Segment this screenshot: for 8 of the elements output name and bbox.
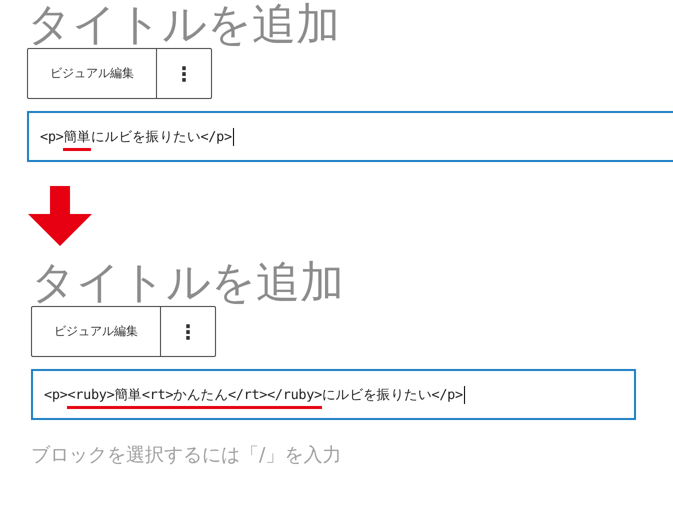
- html-code-field[interactable]: <p><ruby>簡単<rt>かんたん</rt></ruby>にルビを振りたい</p>: [31, 369, 636, 420]
- visual-edit-button[interactable]: ビジュアル編集: [31, 306, 161, 357]
- more-options-button[interactable]: ⋮: [157, 48, 212, 99]
- more-options-button[interactable]: ⋮: [161, 306, 216, 357]
- down-arrow-icon: [28, 186, 92, 246]
- html-code-field[interactable]: <p>簡単にルビを振りたい</p>: [27, 111, 673, 162]
- visual-edit-button[interactable]: ビジュアル編集: [27, 48, 157, 99]
- underline-mark: [63, 148, 91, 150]
